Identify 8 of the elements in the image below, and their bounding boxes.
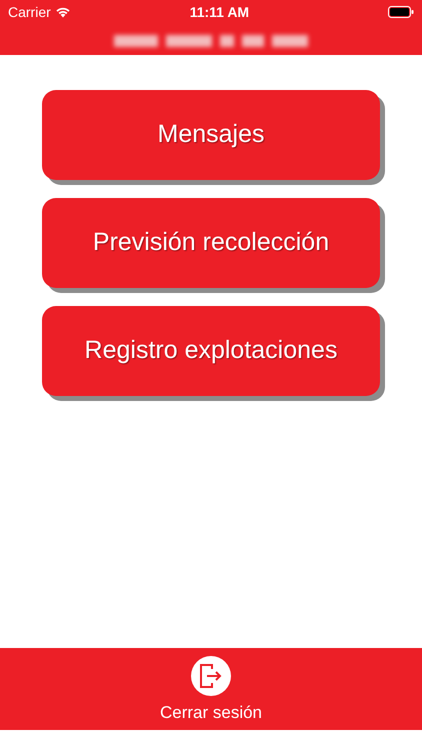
battery-icon <box>388 6 414 18</box>
menu-button[interactable]: Registro explotaciones <box>42 306 380 396</box>
status-time: 11:11 AM <box>190 2 250 22</box>
wifi-icon <box>54 6 71 18</box>
menu-button[interactable]: Previsión recolección <box>42 198 380 288</box>
menu-button[interactable]: Mensajes <box>42 90 380 180</box>
logout-icon <box>190 656 231 696</box>
carrier-label: Carrier <box>8 2 51 22</box>
